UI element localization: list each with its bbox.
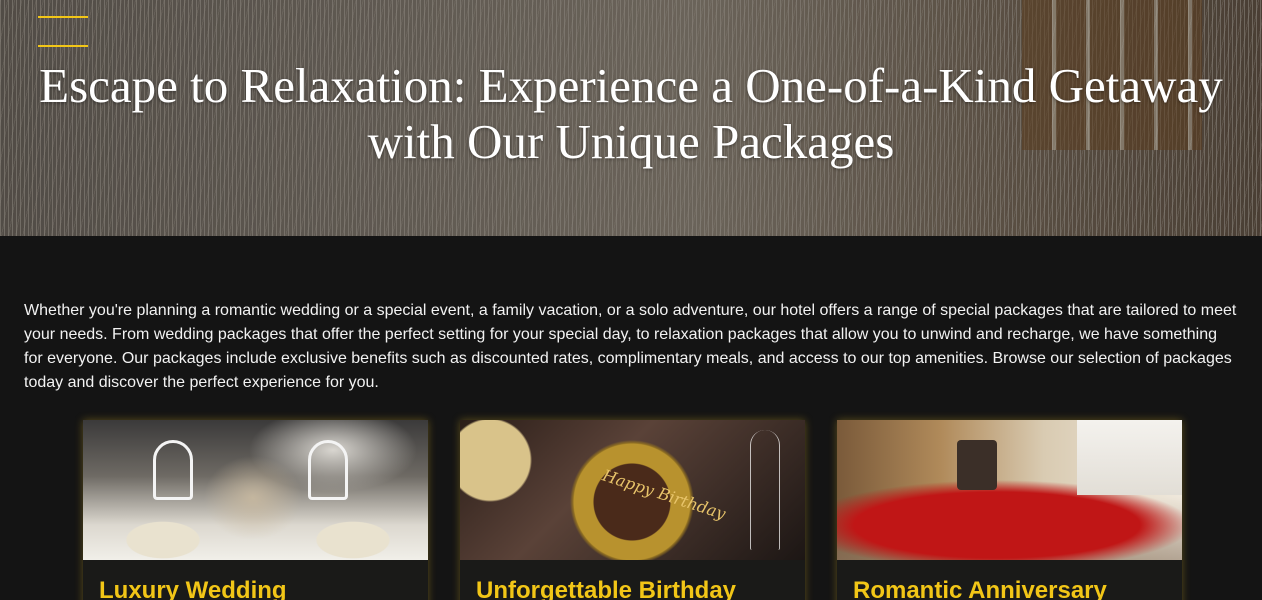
package-title[interactable]: Unforgettable Birthday <box>476 576 736 600</box>
page-title: Escape to Relaxation: Experience a One-o… <box>39 58 1223 169</box>
package-card-birthday[interactable]: Happy Birthday Unforgettable Birthday <box>460 420 805 600</box>
package-card-wedding[interactable]: Luxury Wedding <box>83 420 428 600</box>
chair-shape <box>308 440 348 500</box>
wine-glass-shape <box>750 430 780 550</box>
birthday-cake-image: Happy Birthday <box>460 420 805 560</box>
hero-banner: Escape to Relaxation: Experience a One-o… <box>0 0 1262 236</box>
rose-petals-room-image <box>837 420 1182 560</box>
package-title[interactable]: Romantic Anniversary <box>853 576 1107 600</box>
bed-shape <box>1077 420 1182 495</box>
armchair-shape <box>957 440 997 490</box>
intro-paragraph: Whether you're planning a romantic weddi… <box>24 302 1237 391</box>
menu-line-top <box>38 16 88 18</box>
package-title[interactable]: Luxury Wedding <box>99 576 287 600</box>
menu-line-bottom <box>38 45 88 47</box>
wedding-image <box>83 420 428 560</box>
chair-shape <box>153 440 193 500</box>
hamburger-menu-icon[interactable] <box>38 16 88 47</box>
cake-lettering: Happy Birthday <box>600 465 728 524</box>
package-card-anniversary[interactable]: Romantic Anniversary <box>837 420 1182 600</box>
